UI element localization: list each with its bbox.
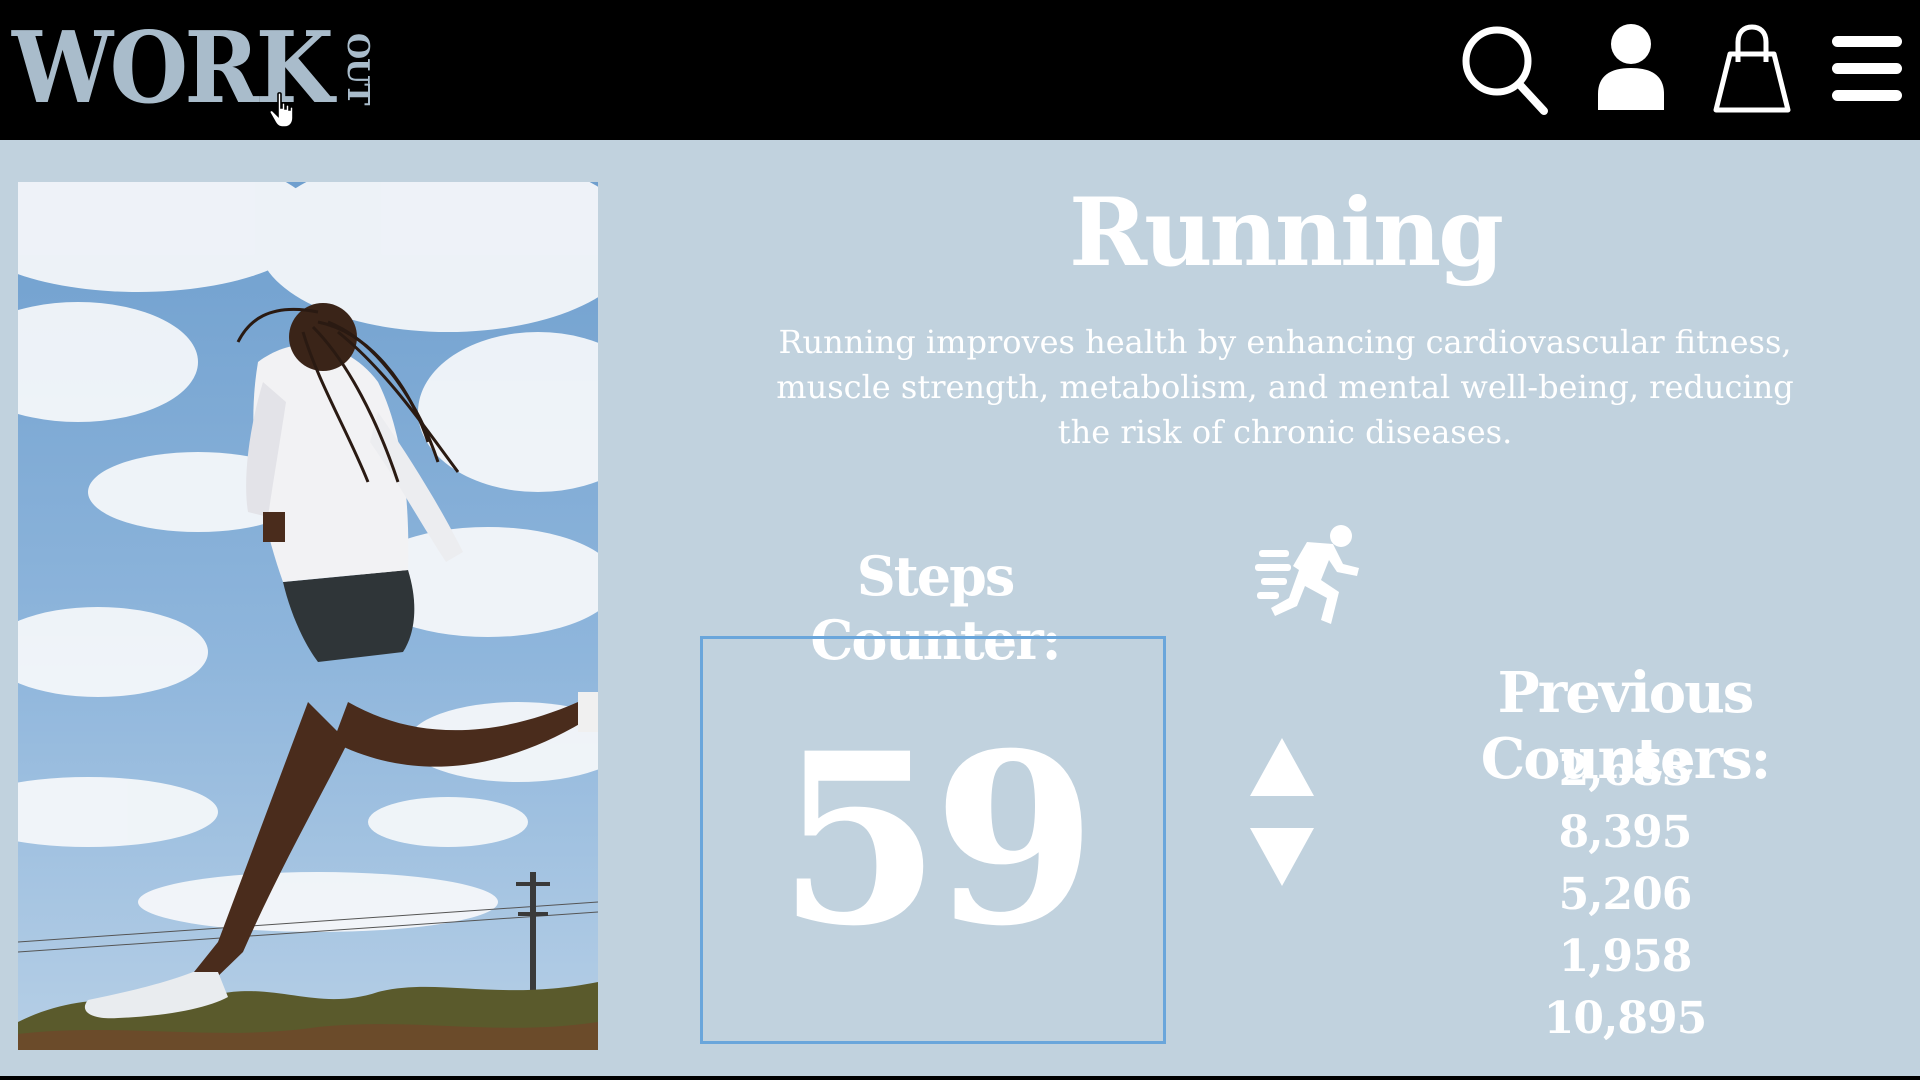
main-content: Running Running improves health by enhan… <box>0 140 1920 1076</box>
runner-photo <box>18 182 598 1050</box>
steps-counter-display: 59 <box>700 636 1166 1044</box>
previous-counter-item: 2,683 <box>1558 745 1693 796</box>
increment-arrow-up-icon[interactable] <box>1248 736 1316 798</box>
search-icon[interactable] <box>1460 22 1550 117</box>
logo-side-text: OUT <box>340 33 376 105</box>
shopping-bag-icon[interactable] <box>1712 24 1792 114</box>
menu-icon[interactable] <box>1830 34 1904 104</box>
page-title: Running <box>1069 178 1504 288</box>
header-bar: WORK OUT <box>0 0 1920 140</box>
workout-logo[interactable]: WORK OUT <box>12 14 376 124</box>
decrement-arrow-down-icon[interactable] <box>1248 826 1316 888</box>
hand-cursor-icon <box>268 92 294 128</box>
previous-counter-item: 1,958 <box>1558 931 1693 982</box>
previous-counter-item: 8,395 <box>1558 807 1693 858</box>
user-icon[interactable] <box>1596 22 1666 112</box>
running-person-icon <box>1255 525 1359 624</box>
activity-description: Running improves health by enhancing car… <box>776 323 1794 451</box>
previous-counters-list: 2,683 8,395 5,206 1,958 10,895 <box>1525 740 1725 1050</box>
previous-counter-item: 10,895 <box>1543 993 1707 1044</box>
previous-counter-item: 5,206 <box>1558 869 1693 920</box>
steps-counter-value: 59 <box>777 701 1096 978</box>
